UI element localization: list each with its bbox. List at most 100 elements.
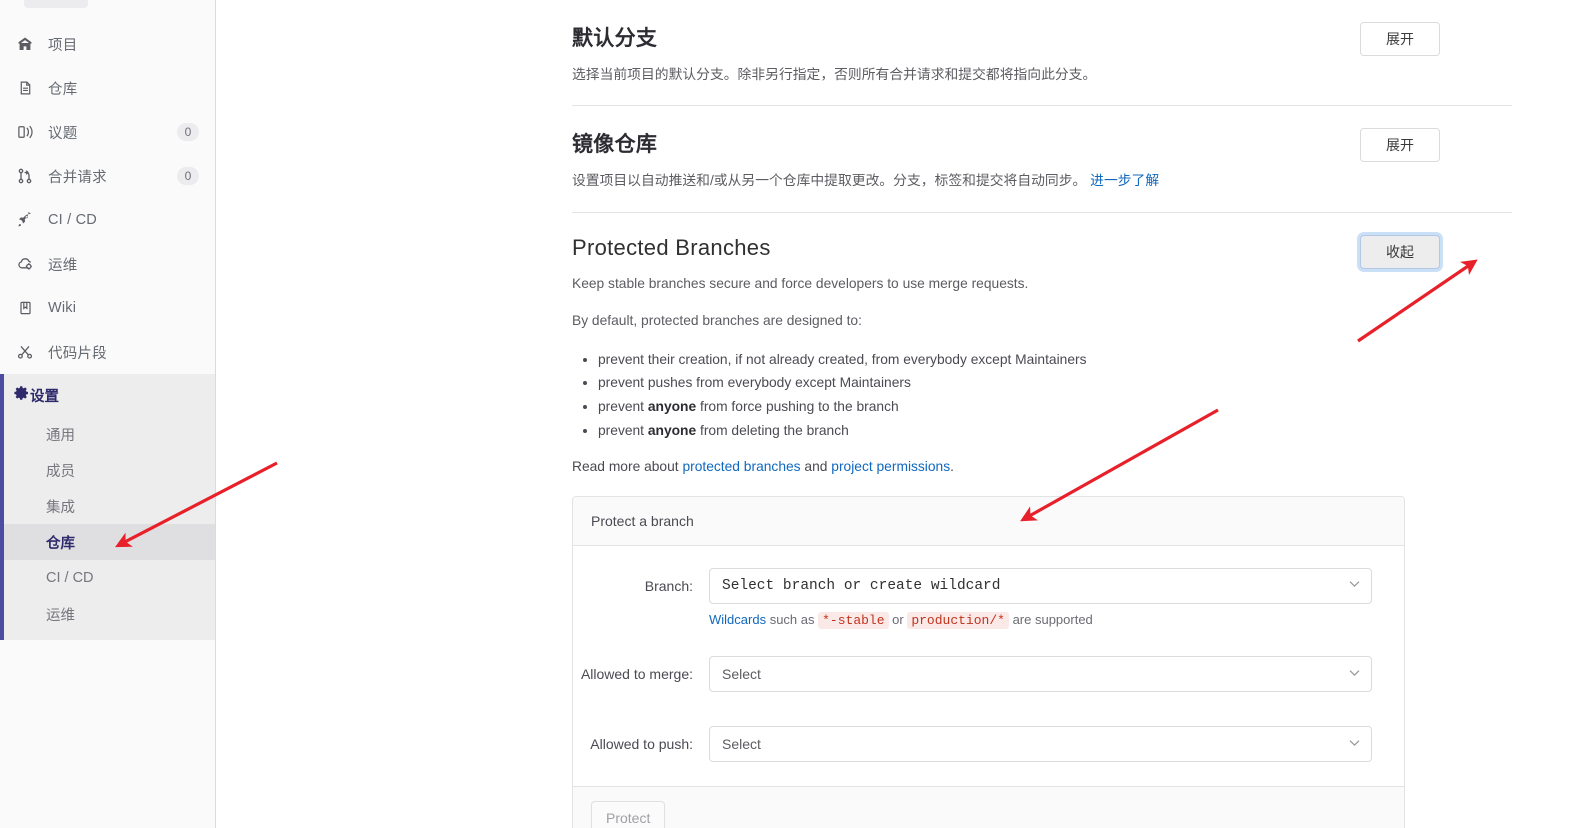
issues-count-badge: 0 xyxy=(177,123,199,141)
mirror-description-text: 设置项目以自动推送和/或从另一个仓库中提取更改。分支，标签和提交将自动同步。 xyxy=(572,173,1087,189)
sidebar-item-settings[interactable]: 设置 xyxy=(4,374,215,416)
merge-request-icon xyxy=(14,167,36,185)
protected-branches-bullet-list: prevent their creation, if not already c… xyxy=(598,348,1512,443)
mirror-learn-more-link[interactable]: 进一步了解 xyxy=(1090,173,1159,188)
issues-icon xyxy=(14,123,36,141)
sidebar-item-issues[interactable]: 议题 0 xyxy=(0,110,215,154)
sidebar-subitem-label: 仓库 xyxy=(46,535,75,552)
allowed-to-merge-value: Select xyxy=(722,666,761,683)
sidebar-item-merge-requests[interactable]: 合并请求 0 xyxy=(0,154,215,198)
sidebar-subitem-repository[interactable]: 仓库 xyxy=(4,524,215,560)
sidebar-subitem-label: 成员 xyxy=(46,463,75,480)
bullet-text: prevent pushes from everybody except Mai… xyxy=(598,375,911,391)
bullet-text: prevent their creation, if not already c… xyxy=(598,351,1087,367)
hint-text-2: or xyxy=(888,612,908,628)
allowed-to-merge-select[interactable]: Select xyxy=(709,656,1372,693)
sidebar-item-repository[interactable]: 仓库 xyxy=(0,66,215,110)
bullet-text: prevent xyxy=(598,398,648,414)
allowed-to-push-select[interactable]: Select xyxy=(709,726,1372,763)
project-permissions-doc-link[interactable]: project permissions xyxy=(831,459,950,474)
card-body: Branch: Select branch or create wildcard… xyxy=(573,546,1404,786)
sidebar-subitem-general[interactable]: 通用 xyxy=(4,416,215,452)
protected-branches-doc-link[interactable]: protected branches xyxy=(682,459,800,474)
sidebar-item-label: 议题 xyxy=(48,125,78,142)
book-icon xyxy=(14,299,36,317)
bullet-emphasis: anyone xyxy=(647,422,697,438)
list-item: prevent anyone from force pushing to the… xyxy=(598,395,1512,419)
branch-select[interactable]: Select branch or create wildcard xyxy=(709,568,1372,605)
sidebar-item-snippets[interactable]: 代码片段 xyxy=(0,330,215,374)
protect-button[interactable]: Protect xyxy=(591,801,666,828)
sidebar: 项目 仓库 议题 0 合并请求 0 CI / CD 运维 Wiki 代码片段 设… xyxy=(0,0,216,828)
list-item: prevent anyone from deleting the branch xyxy=(598,419,1512,443)
chevron-down-icon xyxy=(1349,739,1360,750)
list-item: prevent pushes from everybody except Mai… xyxy=(598,371,1512,395)
sidebar-item-label: CI / CD xyxy=(48,212,97,228)
bullet-text-post: from force pushing to the branch xyxy=(696,398,899,414)
collapse-protected-branches-button[interactable]: 收起 xyxy=(1360,234,1440,269)
read-more-prefix: Read more about xyxy=(572,459,683,475)
main-content: 默认分支 选择当前项目的默认分支。除非另行指定，否则所有合并请求和提交都将指向此… xyxy=(216,0,1596,828)
sidebar-item-wiki[interactable]: Wiki xyxy=(0,286,215,330)
sidebar-item-operations[interactable]: 运维 xyxy=(0,242,215,286)
branch-select-value: Select branch or create wildcard xyxy=(722,578,1001,595)
sidebar-settings-label: 设置 xyxy=(30,388,59,405)
sidebar-subitem-members[interactable]: 成员 xyxy=(4,452,215,488)
sidebar-subitem-label: 通用 xyxy=(46,427,75,444)
bullet-emphasis: anyone xyxy=(647,398,697,414)
bullet-text-post: from deleting the branch xyxy=(696,422,849,438)
rocket-icon xyxy=(14,211,36,229)
bullet-text: prevent xyxy=(598,422,648,438)
sidebar-subitem-label: 运维 xyxy=(46,607,75,624)
cloud-gear-icon xyxy=(14,255,36,273)
wildcards-hint: Wildcards such as *-stable or production… xyxy=(709,612,1386,630)
allowed-to-push-form-row: Allowed to push: Select xyxy=(573,726,1386,763)
section-description: 选择当前项目的默认分支。除非另行指定，否则所有合并请求和提交都将指向此分支。 xyxy=(572,67,1097,82)
wildcard-example-2: production/* xyxy=(907,612,1009,630)
sidebar-item-label: 项目 xyxy=(48,37,78,54)
allowed-to-push-value: Select xyxy=(722,736,761,753)
hint-text-1: such as xyxy=(766,612,819,628)
expand-default-branch-button[interactable]: 展开 xyxy=(1360,22,1440,56)
sidebar-item-label: Wiki xyxy=(48,300,77,316)
allowed-to-push-label: Allowed to push: xyxy=(590,736,693,753)
sidebar-item-project[interactable]: 项目 xyxy=(0,22,215,66)
read-more-suffix: . xyxy=(950,459,954,475)
merge-requests-count-badge: 0 xyxy=(177,167,199,185)
section-default-branch: 默认分支 选择当前项目的默认分支。除非另行指定，否则所有合并请求和提交都将指向此… xyxy=(572,0,1512,107)
protected-branches-intro: By default, protected branches are desig… xyxy=(572,313,862,329)
file-icon xyxy=(14,79,36,97)
section-protected-branches: Protected Branches Keep stable branches … xyxy=(572,213,1512,828)
sidebar-nav-list: 项目 仓库 议题 0 合并请求 0 CI / CD 运维 Wiki 代码片段 xyxy=(0,0,215,374)
section-description: Keep stable branches secure and force de… xyxy=(572,275,1029,291)
sidebar-subitem-cicd[interactable]: CI / CD xyxy=(4,560,215,596)
allowed-to-merge-field: Select xyxy=(709,656,1386,693)
settings-sections: 默认分支 选择当前项目的默认分支。除非另行指定，否则所有合并请求和提交都将指向此… xyxy=(572,0,1512,828)
sidebar-settings-group: 设置 通用 成员 集成 仓库 CI / CD 运维 xyxy=(0,374,215,640)
sidebar-item-label: 仓库 xyxy=(48,81,78,98)
list-item: prevent their creation, if not already c… xyxy=(598,348,1512,372)
wildcard-example-1: *-stable xyxy=(818,612,889,630)
sidebar-item-cicd[interactable]: CI / CD xyxy=(0,198,215,242)
sidebar-item-label: 代码片段 xyxy=(48,345,107,362)
sidebar-subitem-integrations[interactable]: 集成 xyxy=(4,488,215,524)
card-title: Protect a branch xyxy=(573,497,1404,547)
hint-text-3: are supported xyxy=(1008,612,1093,628)
sidebar-subitem-operations[interactable]: 运维 xyxy=(4,596,215,632)
branch-label: Branch: xyxy=(644,578,693,595)
scissors-icon xyxy=(14,343,36,361)
gear-icon xyxy=(14,385,30,405)
sidebar-item-label: 运维 xyxy=(48,257,78,274)
project-avatar-stub xyxy=(24,0,88,8)
section-description: 设置项目以自动推送和/或从另一个仓库中提取更改。分支，标签和提交将自动同步。 进… xyxy=(572,170,1512,191)
expand-mirror-repository-button[interactable]: 展开 xyxy=(1360,128,1440,163)
wildcards-link[interactable]: Wildcards xyxy=(709,612,766,627)
section-mirror-repository: 镜像仓库 设置项目以自动推送和/或从另一个仓库中提取更改。分支，标签和提交将自动… xyxy=(572,106,1512,213)
branch-field: Select branch or create wildcard Wildcar… xyxy=(709,568,1386,630)
page-root: 项目 仓库 议题 0 合并请求 0 CI / CD 运维 Wiki 代码片段 设… xyxy=(0,0,1596,828)
allowed-to-merge-form-row: Allowed to merge: Select xyxy=(573,656,1386,693)
allowed-to-merge-label: Allowed to merge: xyxy=(580,666,693,683)
card-footer: Protect xyxy=(573,786,1404,828)
sidebar-subitem-label: 集成 xyxy=(46,499,75,516)
sidebar-subitem-label: CI / CD xyxy=(46,570,94,586)
